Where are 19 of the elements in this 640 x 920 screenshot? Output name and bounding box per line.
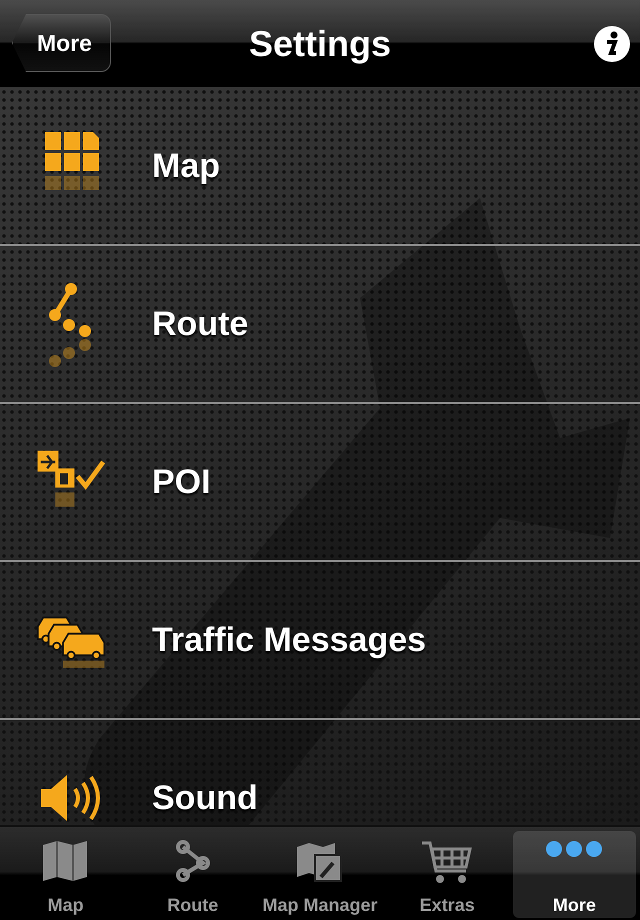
- settings-row[interactable]: Traffic Messages: [0, 562, 640, 720]
- back-button[interactable]: More: [12, 14, 111, 72]
- row-label: POI: [152, 462, 211, 502]
- settings-row[interactable]: Route: [0, 246, 640, 404]
- cart-icon: [420, 839, 474, 885]
- tab-item[interactable]: Map Manager: [258, 831, 382, 918]
- more-icon: [544, 839, 604, 859]
- tab-item[interactable]: Route: [131, 831, 254, 918]
- screen-title: Settings: [248, 22, 391, 64]
- row-label: Sound: [152, 778, 258, 818]
- info-button[interactable]: [594, 26, 630, 62]
- settings-row[interactable]: Map: [0, 88, 640, 246]
- row-label: Traffic Messages: [152, 620, 426, 660]
- row-label: Route: [152, 304, 248, 344]
- tab-item[interactable]: Extras: [386, 831, 509, 918]
- tab-item[interactable]: Map: [4, 831, 128, 918]
- settings-row[interactable]: POI: [0, 404, 640, 562]
- row-label: Map: [152, 146, 220, 186]
- tab-item[interactable]: More: [512, 831, 636, 918]
